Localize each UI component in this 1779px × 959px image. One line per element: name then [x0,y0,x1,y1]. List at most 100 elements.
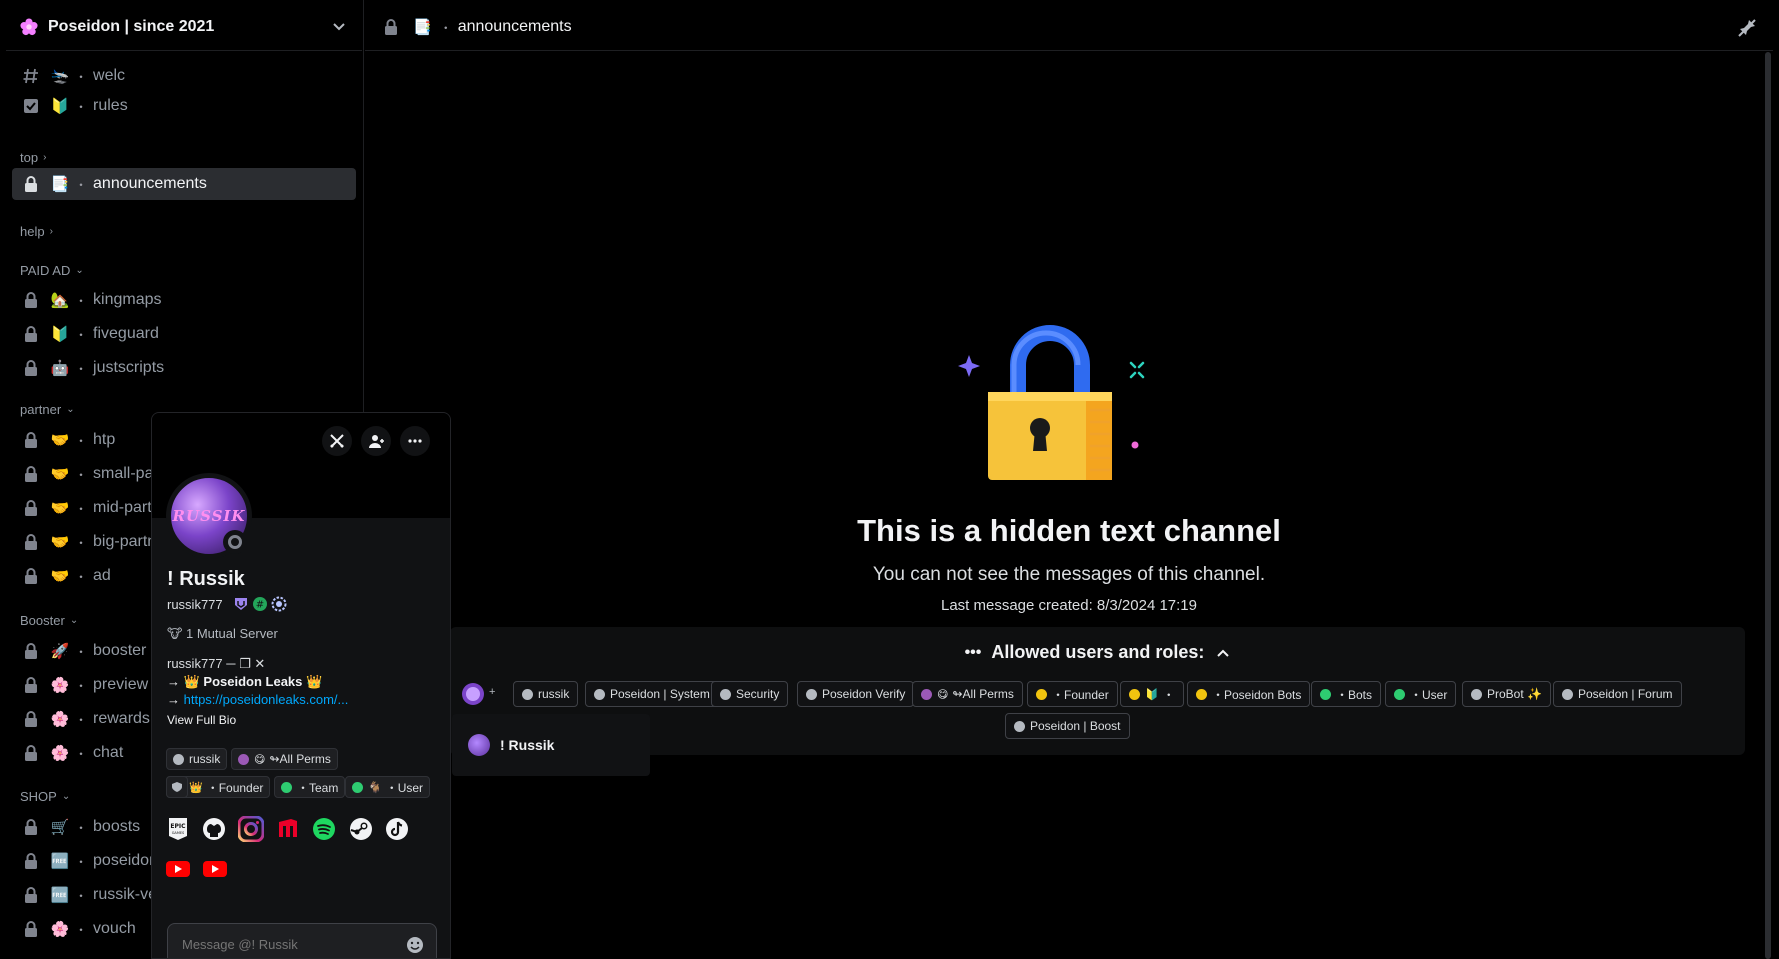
channel-emoji: 🌸 [50,711,70,728]
role-chip[interactable]: ProBot ✨ [1462,681,1551,707]
category-top[interactable]: top › [20,150,46,165]
profile-role-chip[interactable]: 🐐 ・User [345,776,431,798]
channel-rules[interactable]: 🔰 ・ rules [12,90,356,122]
remove-friend-button[interactable] [322,426,352,456]
nitro-badge-icon[interactable] [271,596,287,612]
role-color-dot [1394,688,1405,700]
github-icon[interactable] [201,816,227,842]
bio-link[interactable]: → https://poseidonleaks.com/... [167,692,348,707]
role-name: ・Founder [206,780,264,795]
channel-announcements[interactable]: 📑 ・ announcements [12,168,356,200]
message-input[interactable] [182,936,402,952]
hidden-channel-subtitle: You can not see the messages of this cha… [872,564,1266,585]
lock-icon [22,852,40,870]
role-color-dot [1129,688,1140,700]
category-shop[interactable]: SHOP ⌄ [20,789,70,804]
role-chip[interactable]: Security [711,681,789,707]
role-color-dot [594,688,605,700]
riot-games-icon[interactable] [275,816,301,842]
channel-name: boosts [93,818,141,835]
role-chip[interactable]: Poseidon Verify [797,681,915,707]
epic-games-icon[interactable]: EPIC GAMES [165,816,191,842]
allowed-users-toggle[interactable]: ••• Allowed users and roles: [450,642,1745,663]
role-chip[interactable]: ・Poseidon Bots [1187,681,1311,707]
role-chip[interactable]: ・User [1385,681,1457,707]
spotify-icon[interactable] [311,816,337,842]
channel-1[interactable]: 🔰 ・ fiveguard [12,318,356,350]
channel-name: big-partn [93,533,157,550]
youtube-icon[interactable] [202,856,228,882]
channel-emoji: 🛒 [50,819,70,836]
chevron-up-icon [1217,649,1230,657]
lock-icon [22,431,40,449]
more-options-button[interactable] [400,426,430,456]
role-chip[interactable]: russik [513,681,579,707]
pin-slash-icon[interactable] [1737,18,1757,38]
role-name: Poseidon | Boost [1030,719,1121,733]
role-chip[interactable]: Poseidon | Forum [1553,681,1682,707]
role-chip[interactable]: 🔰 ・ [1120,681,1184,707]
channel-name: announcements [93,175,207,192]
role-color-dot [1562,688,1573,700]
bio-line: → 👑 Poseidon Leaks 👑 [167,674,323,689]
more-users-count: + [489,686,496,698]
profile-role-chip[interactable]: russik [166,748,228,770]
hash-icon [22,67,40,85]
svg-text:GAMES: GAMES [172,831,185,835]
channel-emoji: 🤝 [50,432,70,449]
channel-welc[interactable]: 🛬 ・ welc [12,60,356,92]
channel-name: kingmaps [93,291,162,308]
active-developer-badge-icon[interactable]: # [252,596,268,612]
instagram-icon[interactable] [238,816,264,842]
role-color-dot [1196,688,1207,700]
channel-emoji: 🔰 [50,326,70,343]
role-chip[interactable]: Poseidon | System [585,681,719,707]
role-color-dot [1471,688,1482,700]
channel-name: small-par [93,465,159,482]
tiktok-icon[interactable] [384,816,410,842]
chevron-down-icon [333,23,345,31]
role-chip[interactable]: 😋 ↬All Perms [912,681,1023,707]
scrollbar[interactable] [1765,52,1771,959]
shield-icon [172,782,182,792]
emoji-icon[interactable] [406,936,424,954]
lock-icon [22,642,40,660]
allowed-users-avatars[interactable]: + [461,682,501,706]
role-chip[interactable]: Poseidon | Boost [1005,713,1130,739]
role-chip[interactable]: ・Founder [1027,681,1118,707]
channel-2[interactable]: 🤖 ・ justscripts [12,352,356,384]
steam-icon[interactable] [348,816,374,842]
channel-emoji: 🤝 [50,568,70,585]
role-name: ↬All Perms [952,687,1014,701]
role-color-dot [281,781,292,793]
profile-role-chip[interactable]: ・Team [274,776,346,798]
role-color-dot [352,781,363,793]
channel-name: booster [93,642,147,659]
hypesquad-badge-icon[interactable] [233,596,249,612]
category-partner[interactable]: partner ⌄ [20,402,75,417]
channel-0[interactable]: 🏡 ・ kingmaps [12,284,356,316]
youtube-icon[interactable] [165,856,191,882]
channel-emoji: 🌸 [50,677,70,694]
server-header[interactable]: Poseidon | since 2021 [6,4,362,51]
category-paid-ad[interactable]: PAID AD ⌄ [20,263,84,278]
lock-icon [22,676,40,694]
channel-header: 📑 ・ announcements [365,4,1773,51]
role-name: ・Team [297,780,339,795]
lock-icon [22,465,40,483]
role-name: ・ [1162,687,1175,702]
add-role-button[interactable] [166,776,188,798]
view-full-bio-link[interactable]: View Full Bio [167,713,236,727]
mutual-servers-link[interactable]: 🐮 1 Mutual Server [167,626,278,642]
channel-name: mid-partr [93,499,158,516]
role-chip[interactable]: ・Bots [1311,681,1382,707]
user-tooltip[interactable]: ! Russik [452,714,650,776]
channel-emoji: 🆓 [50,887,70,904]
server-name: Poseidon | since 2021 [48,18,215,35]
avatar [468,734,490,756]
add-friend-button[interactable] [361,426,391,456]
category-booster[interactable]: Booster ⌄ [20,613,78,628]
profile-role-chip[interactable]: 😋 ↬All Perms [231,748,338,770]
category-help[interactable]: help › [20,224,53,239]
role-name: Poseidon Verify [822,687,906,701]
